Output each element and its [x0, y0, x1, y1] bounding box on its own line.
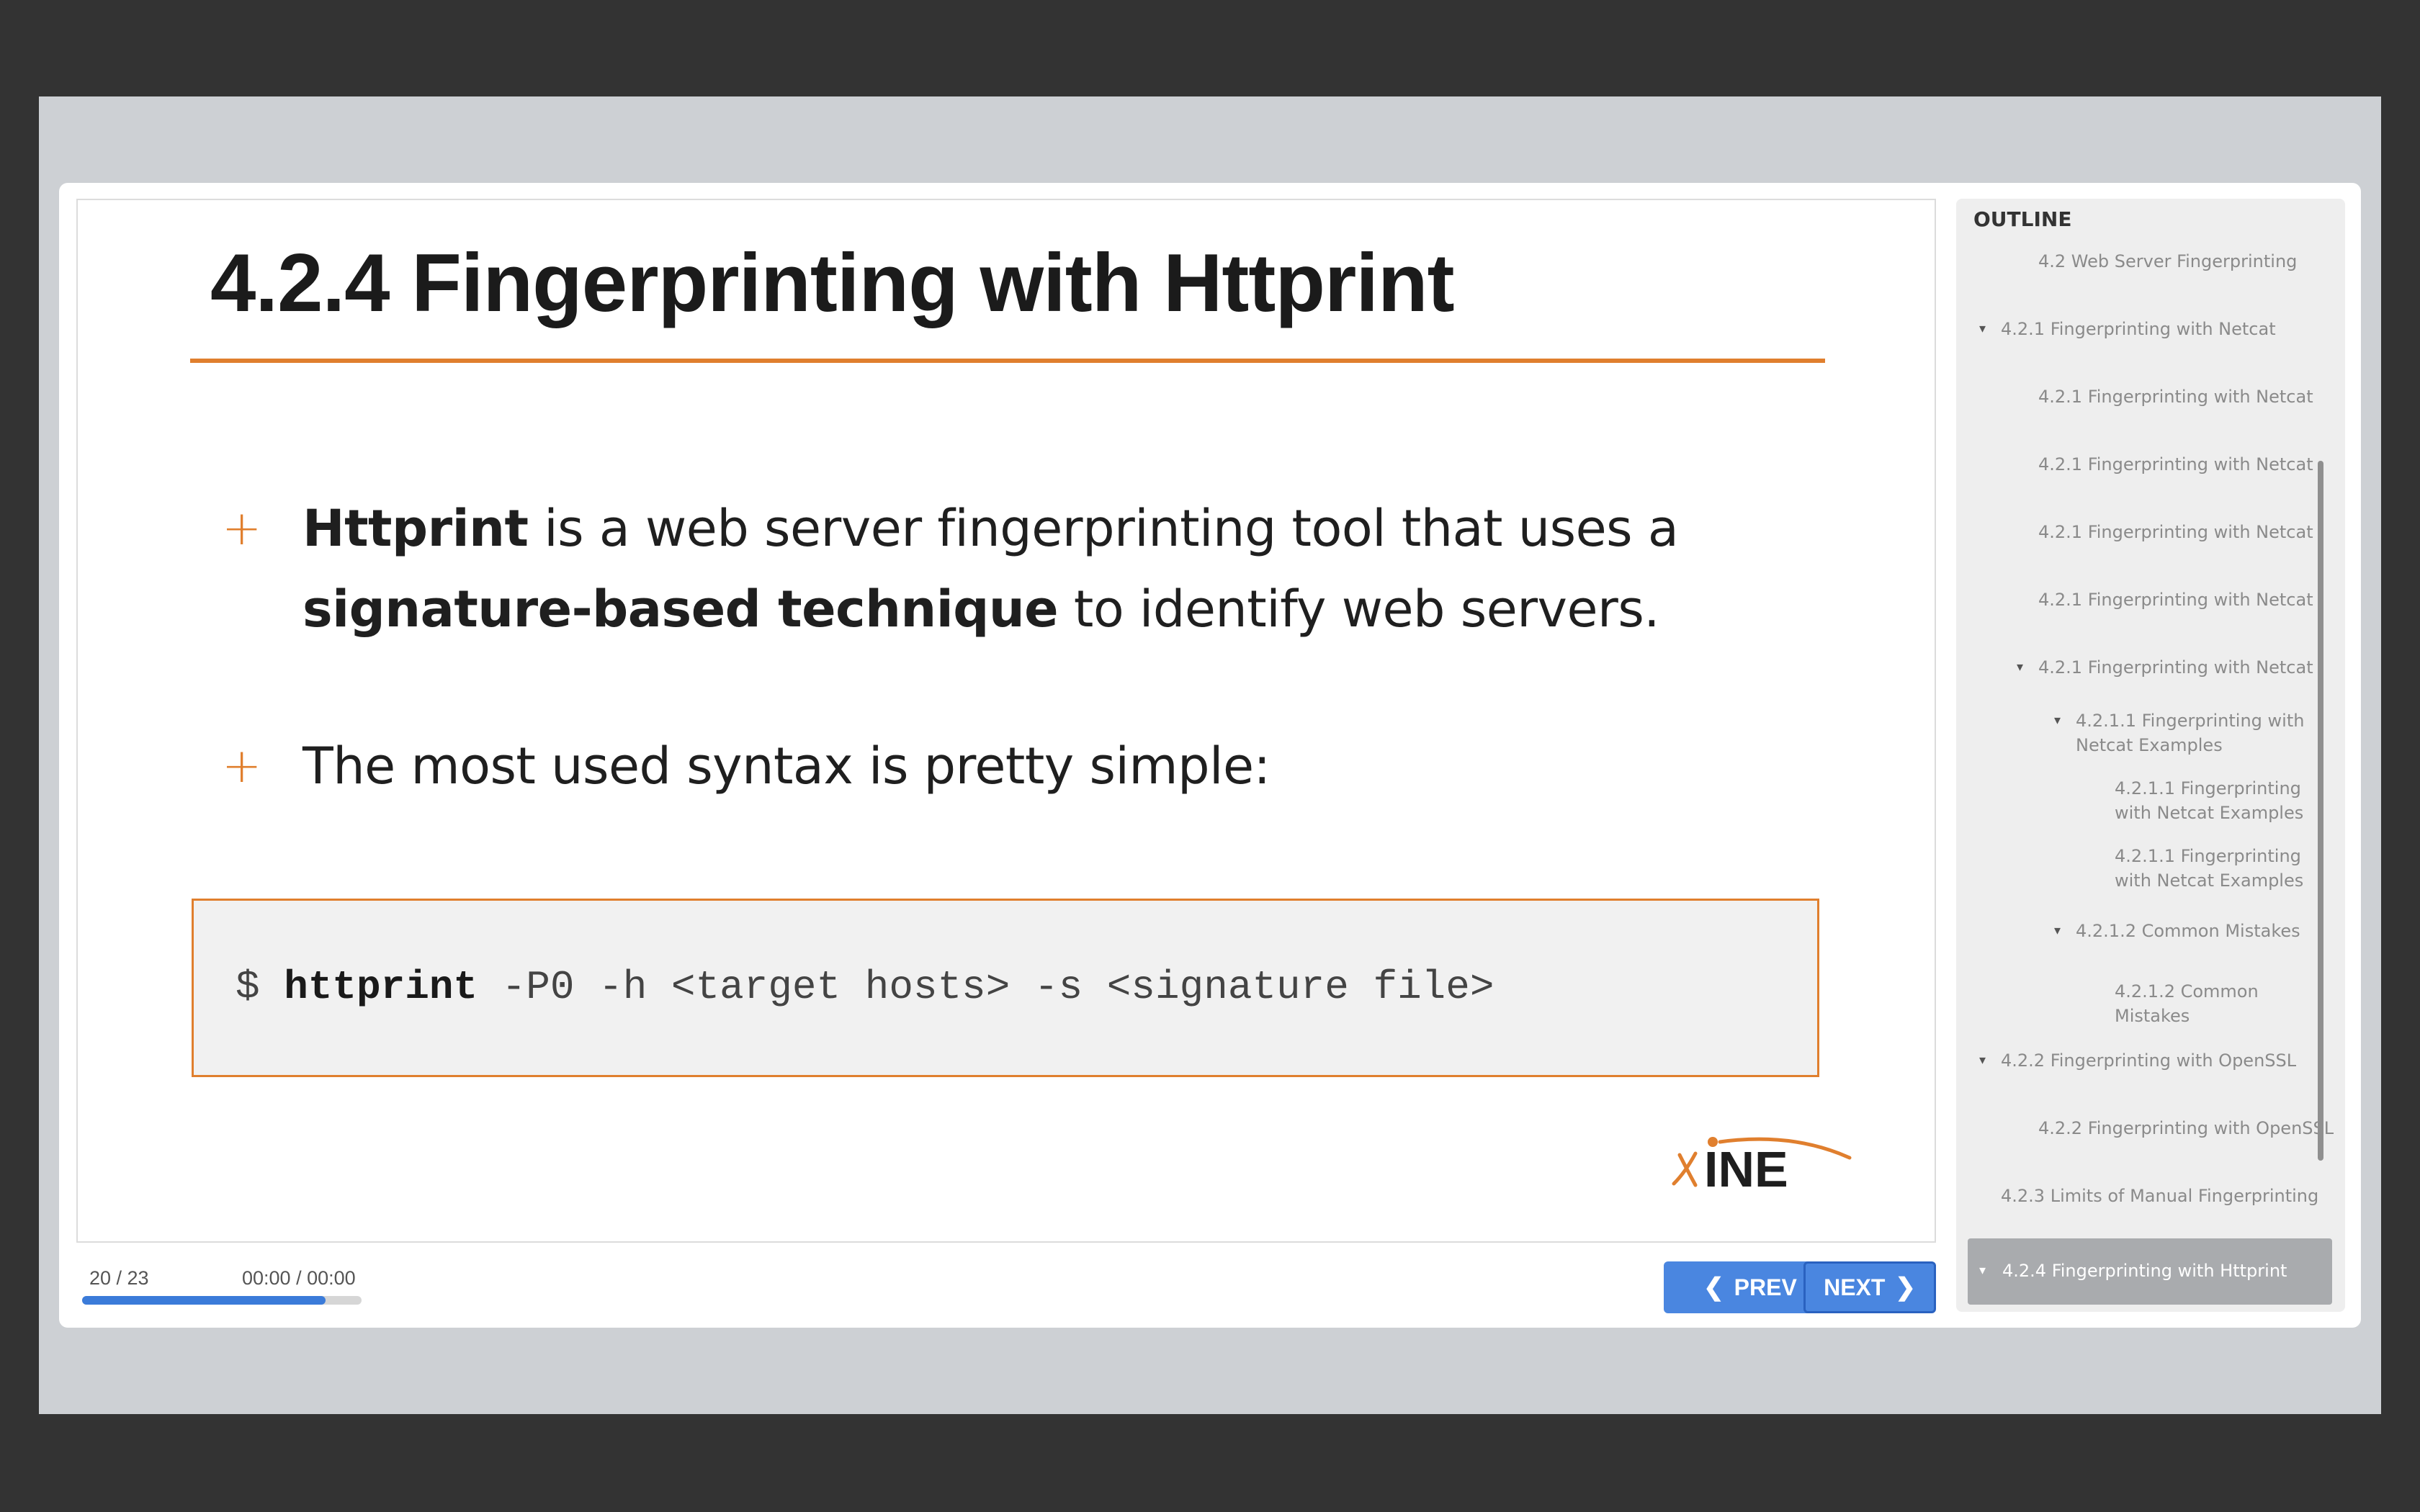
outline-item-label: 4.2.1 Fingerprinting with Netcat [2001, 319, 2276, 339]
slide-title: 4.2.4 Fingerprinting with Httprint [210, 238, 1455, 329]
plus-bullet-icon: + [222, 500, 262, 556]
next-label: NEXT [1824, 1274, 1886, 1300]
outline-item-label: 4.2.1.1 Fingerprinting with Netcat Examp… [2076, 711, 2305, 755]
outline-item-label: 4.2 Web Server Fingerprinting [2038, 251, 2298, 271]
code-args: -P0 -h <target hosts> -s <signature file… [478, 964, 1494, 1010]
outline-panel: OUTLINE 4.2 Web Server Fingerprinting ▾ 4.… [1956, 199, 2345, 1312]
caret-down-icon[interactable]: ▾ [2054, 708, 2061, 733]
outline-item[interactable]: ▾ 4.2.4 Fingerprinting with Httprint [1968, 1238, 2332, 1305]
outline-item-label: 4.2.1.2 Common Mistakes [2076, 921, 2300, 941]
progress-fill [82, 1296, 326, 1305]
outline-item-label: 4.2.1.2 Common Mistakes [2115, 981, 2259, 1026]
chevron-right-icon: ❯ [1895, 1274, 1916, 1301]
outline-item[interactable]: 4.2.2 Fingerprinting with OpenSSL [2038, 1116, 2345, 1140]
next-button[interactable]: NEXT ❯ [1803, 1261, 1936, 1313]
outline-item-label: 4.2.1 Fingerprinting with Netcat [2038, 387, 2313, 407]
outline-item[interactable]: ▾ 4.2.1.2 Common Mistakes [2054, 919, 2321, 943]
outline-item[interactable]: ▾ 4.2.1 Fingerprinting with Netcat [1979, 317, 2318, 341]
bullet-1-bold-2: signature-based technique [302, 580, 1059, 639]
chevron-left-icon: ❮ [1703, 1274, 1724, 1301]
outline-item[interactable]: 4.2.1 Fingerprinting with Netcat [2038, 452, 2326, 477]
caret-down-icon[interactable]: ▾ [2017, 655, 2023, 680]
outline-item[interactable]: 4.2.1.2 Common Mistakes [2115, 979, 2273, 1028]
outline-item-label: 4.2.1 Fingerprinting with Netcat [2038, 657, 2313, 678]
outline-item-label: 4.2.3 Limits of Manual Fingerprinting [2001, 1186, 2319, 1206]
outline-item-label: 4.2.1 Fingerprinting with Netcat [2038, 522, 2313, 542]
outline-item-label: 4.2.1.1 Fingerprinting with Netcat Examp… [2115, 846, 2304, 891]
caret-down-icon[interactable]: ▾ [2054, 919, 2061, 943]
outline-item[interactable]: 4.2.1 Fingerprinting with Netcat [2038, 588, 2326, 612]
outline-item[interactable]: ▾ 4.2.1.1 Fingerprinting with Netcat Exam… [2054, 708, 2321, 757]
bullet-1-text-a: is a web server fingerprinting tool that… [528, 499, 1679, 558]
logo-text: INE [1704, 1141, 1788, 1197]
outline-item[interactable]: 4.2.1.1 Fingerprinting with Netcat Examp… [2115, 776, 2323, 825]
caret-down-icon[interactable]: ▾ [1979, 317, 1986, 341]
title-underline [190, 359, 1825, 363]
outline-item[interactable]: 4.2 Web Server Fingerprinting [2038, 249, 2326, 274]
outline-item[interactable]: 4.2.1 Fingerprinting with Netcat [2038, 384, 2326, 409]
outline-item[interactable]: 4.2.1.1 Fingerprinting with Netcat Examp… [2115, 844, 2323, 893]
outline-item-label: 4.2.2 Fingerprinting with OpenSSL [2038, 1118, 2334, 1138]
bullet-1-text: Httprint is a web server fingerprinting … [302, 488, 1779, 649]
outline-item[interactable]: 4.2.3 Limits of Manual Fingerprinting [2001, 1184, 2332, 1208]
slide-counter: 20 / 23 [89, 1267, 149, 1289]
bullet-1-text-b: to identify web servers. [1058, 580, 1660, 639]
ine-logo: INE [1672, 1137, 1852, 1197]
caret-down-icon[interactable]: ▾ [1979, 1048, 1986, 1073]
prev-label: PREV [1734, 1274, 1797, 1300]
outline-item[interactable]: ▾ 4.2.1 Fingerprinting with Netcat [2017, 655, 2326, 680]
outline-item-label: 4.2.1 Fingerprinting with Netcat [2038, 454, 2313, 474]
outline-item-label: 4.2.2 Fingerprinting with OpenSSL [2001, 1050, 2297, 1071]
time-display: 00:00 / 00:00 [242, 1267, 356, 1289]
slide-canvas: 4.2.4 Fingerprinting with Httprint + Htt… [76, 199, 1936, 1243]
outline-scrollbar[interactable] [2318, 461, 2323, 1161]
code-command: httprint [284, 964, 478, 1010]
plus-bullet-icon: + [222, 738, 262, 793]
caret-down-icon[interactable]: ▾ [1979, 1259, 1986, 1283]
outline-item[interactable]: ▾ 4.2.2 Fingerprinting with OpenSSL [1979, 1048, 2332, 1073]
outline-item[interactable]: 4.2.1 Fingerprinting with Netcat [2038, 520, 2326, 544]
code-line: $ httprint -P0 -h <target hosts> -s <sig… [236, 964, 1494, 1010]
outline-item-label: 4.2.1.1 Fingerprinting with Netcat Examp… [2115, 778, 2304, 823]
outline-item-label: 4.2.4 Fingerprinting with Httprint [2002, 1261, 2287, 1281]
player-controls: 20 / 23 00:00 / 00:00 ❮ PREV NEXT ❯ [76, 1253, 1936, 1318]
bullet-1-bold: Httprint [302, 499, 529, 558]
code-prompt: $ [236, 964, 284, 1010]
progress-bar[interactable] [82, 1296, 362, 1305]
bullet-2-text: The most used syntax is pretty simple: [302, 737, 1270, 796]
outline-item-label: 4.2.1 Fingerprinting with Netcat [2038, 590, 2313, 610]
code-block: $ httprint -P0 -h <target hosts> -s <sig… [192, 899, 1819, 1077]
outline-title: OUTLINE [1973, 207, 2072, 231]
